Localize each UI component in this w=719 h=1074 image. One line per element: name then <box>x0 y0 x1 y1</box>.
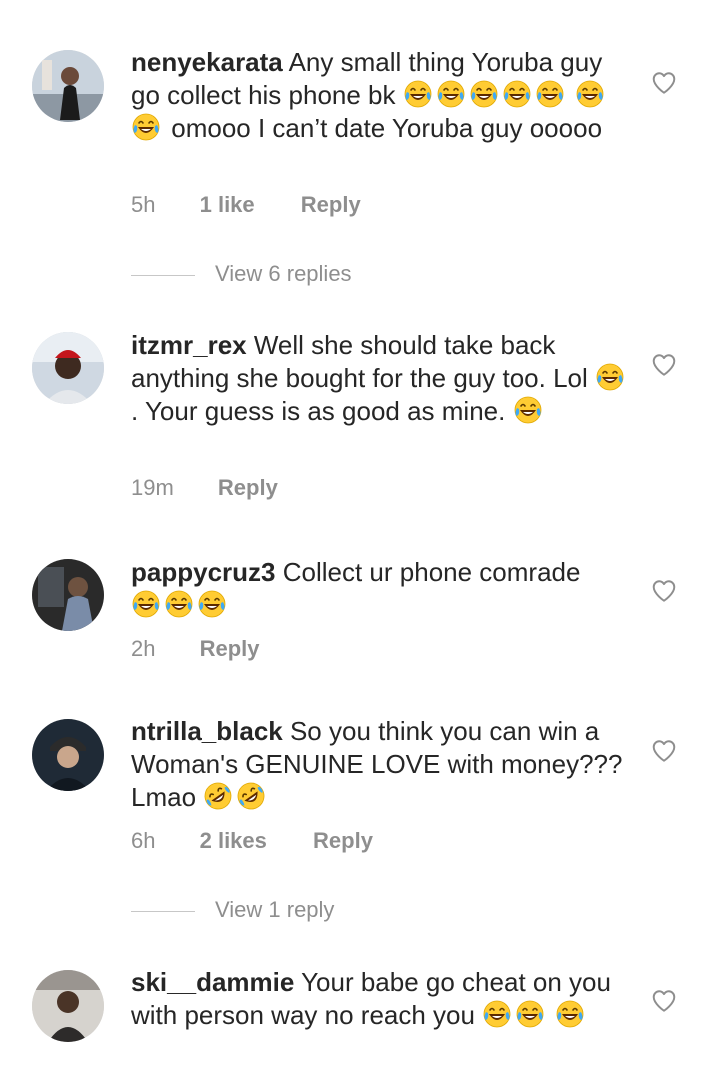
tears-of-joy-emoji-icon <box>535 79 565 109</box>
comment-likes-count[interactable]: 2 likes <box>200 828 267 854</box>
comment-likes-count[interactable]: 1 like <box>200 192 255 218</box>
avatar[interactable] <box>32 719 104 791</box>
rolling-on-floor-laughing-emoji-icon <box>236 781 266 811</box>
comment-timestamp: 6h <box>131 828 156 853</box>
reply-button[interactable]: Reply <box>313 828 373 854</box>
avatar[interactable] <box>32 50 104 122</box>
comment-body: nenyekarata Any small thing Yoruba guy g… <box>131 46 631 145</box>
tears-of-joy-emoji-icon <box>555 999 585 1029</box>
tears-of-joy-emoji-icon <box>575 79 605 109</box>
like-heart-icon[interactable] <box>651 352 677 378</box>
comment-timestamp: 5h <box>131 192 156 217</box>
comment-body: itzmr_rex Well she should take back anyt… <box>131 329 631 428</box>
comment-body: pappycruz3 Collect ur phone comrade <box>131 556 631 622</box>
view-replies-link[interactable]: View 1 reply <box>131 897 334 923</box>
comment-meta: 2h Reply <box>131 636 260 662</box>
like-heart-icon[interactable] <box>651 738 677 764</box>
tears-of-joy-emoji-icon <box>469 79 499 109</box>
divider-line <box>131 274 195 276</box>
tears-of-joy-emoji-icon <box>403 79 433 109</box>
rolling-on-floor-laughing-emoji-icon <box>203 781 233 811</box>
tears-of-joy-emoji-icon <box>482 999 512 1029</box>
like-heart-icon[interactable] <box>651 578 677 604</box>
view-replies-link[interactable]: View 6 replies <box>131 261 352 287</box>
reply-button[interactable]: Reply <box>200 636 260 662</box>
like-heart-icon[interactable] <box>651 70 677 96</box>
comment-username[interactable]: nenyekarata <box>131 47 283 77</box>
tears-of-joy-emoji-icon <box>197 589 227 619</box>
comment-username[interactable]: pappycruz3 <box>131 557 276 587</box>
reply-button[interactable]: Reply <box>218 475 278 501</box>
comment-timestamp: 2h <box>131 636 156 661</box>
tears-of-joy-emoji-icon <box>164 589 194 619</box>
tears-of-joy-emoji-icon <box>515 999 545 1029</box>
like-heart-icon[interactable] <box>651 988 677 1014</box>
divider-line <box>131 910 195 912</box>
comment-text: . Your guess is as good as mine. <box>131 396 506 426</box>
tears-of-joy-emoji-icon <box>502 79 532 109</box>
view-replies-label: View 1 reply <box>215 897 335 922</box>
comment-body: ski__dammie Your babe go cheat on you wi… <box>131 966 631 1032</box>
avatar[interactable] <box>32 332 104 404</box>
comment-text: Collect ur phone comrade <box>282 557 581 587</box>
comment-text: omooo I can’t date Yoruba guy ooooo <box>171 113 603 143</box>
tears-of-joy-emoji-icon <box>513 395 543 425</box>
comment-username[interactable]: ntrilla_black <box>131 716 283 746</box>
view-replies-label: View 6 replies <box>215 261 352 286</box>
comment-timestamp: 19m <box>131 475 174 500</box>
tears-of-joy-emoji-icon <box>595 362 625 392</box>
comment-username[interactable]: itzmr_rex <box>131 330 247 360</box>
avatar[interactable] <box>32 559 104 631</box>
avatar[interactable] <box>32 970 104 1042</box>
reply-button[interactable]: Reply <box>301 192 361 218</box>
comment-meta: 6h 2 likes Reply <box>131 828 373 854</box>
comment-meta: 5h 1 like Reply <box>131 192 361 218</box>
tears-of-joy-emoji-icon <box>131 589 161 619</box>
tears-of-joy-emoji-icon <box>131 112 161 142</box>
comment-username[interactable]: ski__dammie <box>131 967 294 997</box>
tears-of-joy-emoji-icon <box>436 79 466 109</box>
comment-meta: 19m Reply <box>131 475 278 501</box>
comment-body: ntrilla_black So you think you can win a… <box>131 715 631 814</box>
